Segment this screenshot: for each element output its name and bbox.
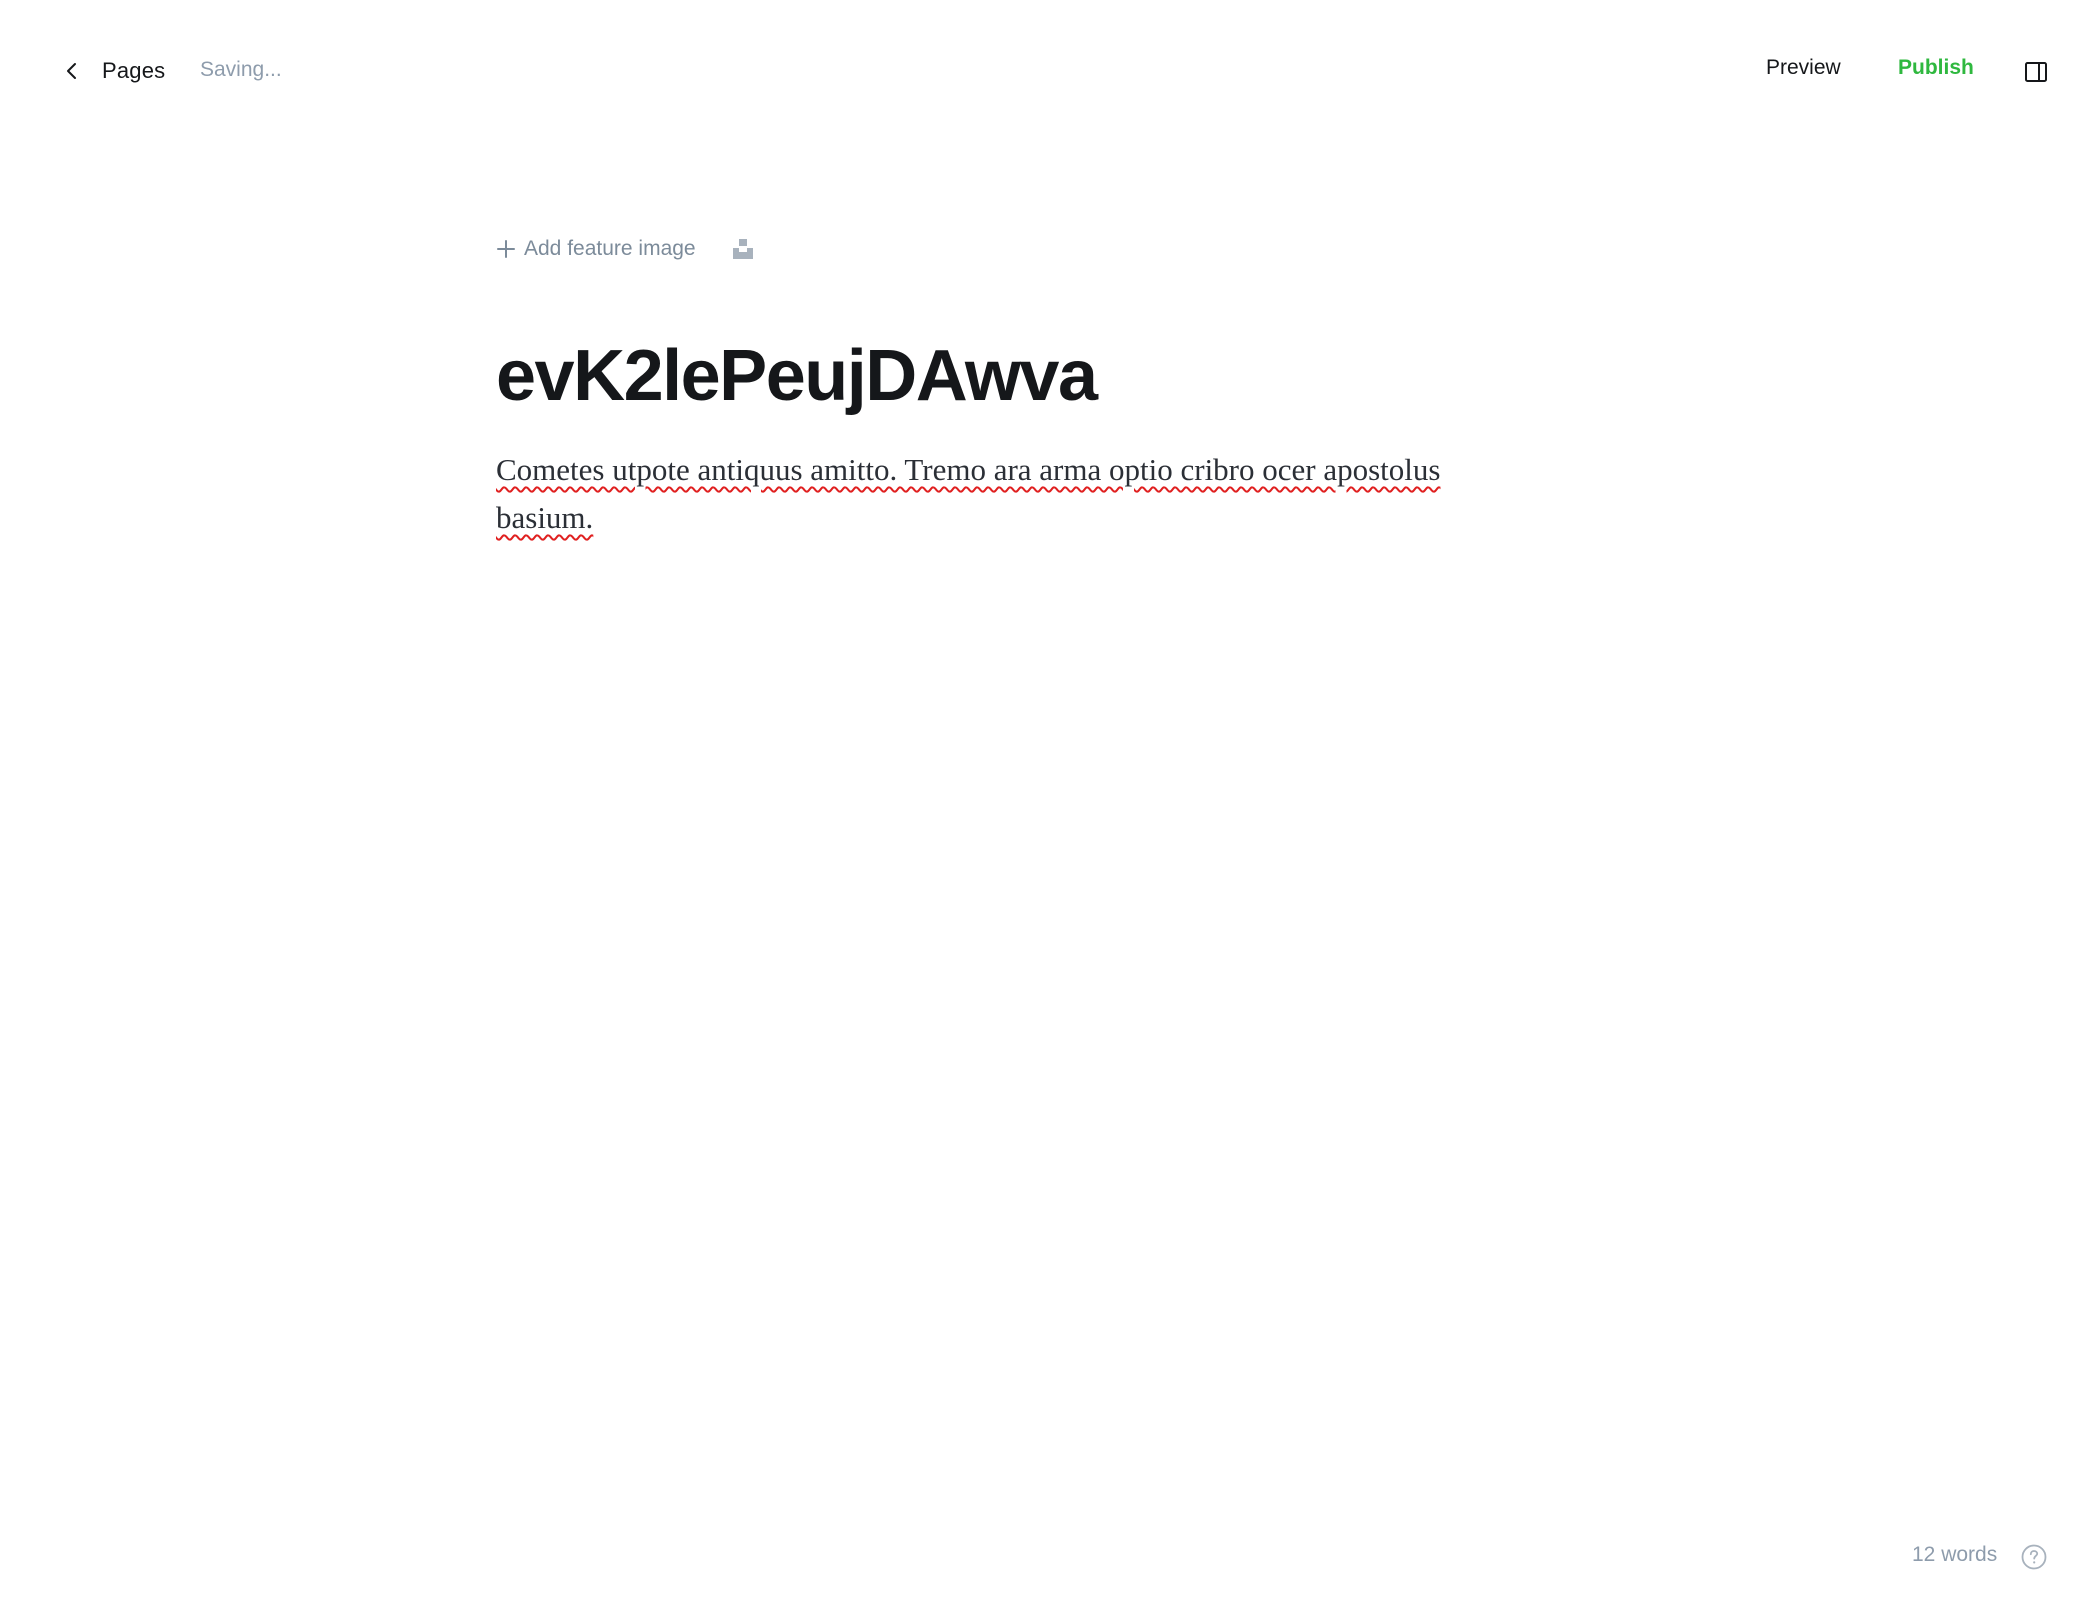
add-feature-image-button[interactable]: Add feature image	[496, 237, 696, 261]
word-count: 12 words	[1912, 1543, 1998, 1566]
back-link-label: Pages	[102, 58, 166, 83]
publish-button[interactable]: Publish	[1898, 56, 1974, 80]
editor-page: Pages Saving... Preview Publish Add feat…	[0, 0, 2100, 1620]
feature-image-row: Add feature image	[496, 226, 1604, 272]
post-title[interactable]: evK2lePeujDAwva	[496, 334, 1604, 418]
preview-button[interactable]: Preview	[1766, 56, 1841, 80]
add-feature-image-label: Add feature image	[524, 237, 696, 260]
editor-canvas: Add feature image evK2lePeujDAwva Comete…	[496, 226, 1604, 542]
sidebar-toggle-icon[interactable]	[2024, 60, 2048, 84]
editor-header: Pages Saving... Preview Publish	[0, 0, 2100, 142]
help-circle-icon[interactable]	[2020, 1543, 2048, 1571]
post-body-text: Cometes utpote antiquus amitto. Tremo ar…	[496, 452, 1441, 535]
save-status: Saving...	[200, 58, 282, 81]
chevron-left-icon	[67, 63, 76, 79]
unsplash-icon[interactable]	[732, 238, 754, 260]
post-body[interactable]: Cometes utpote antiquus amitto. Tremo ar…	[496, 446, 1536, 542]
back-to-pages-link[interactable]: Pages	[60, 52, 165, 90]
plus-icon	[497, 240, 515, 258]
